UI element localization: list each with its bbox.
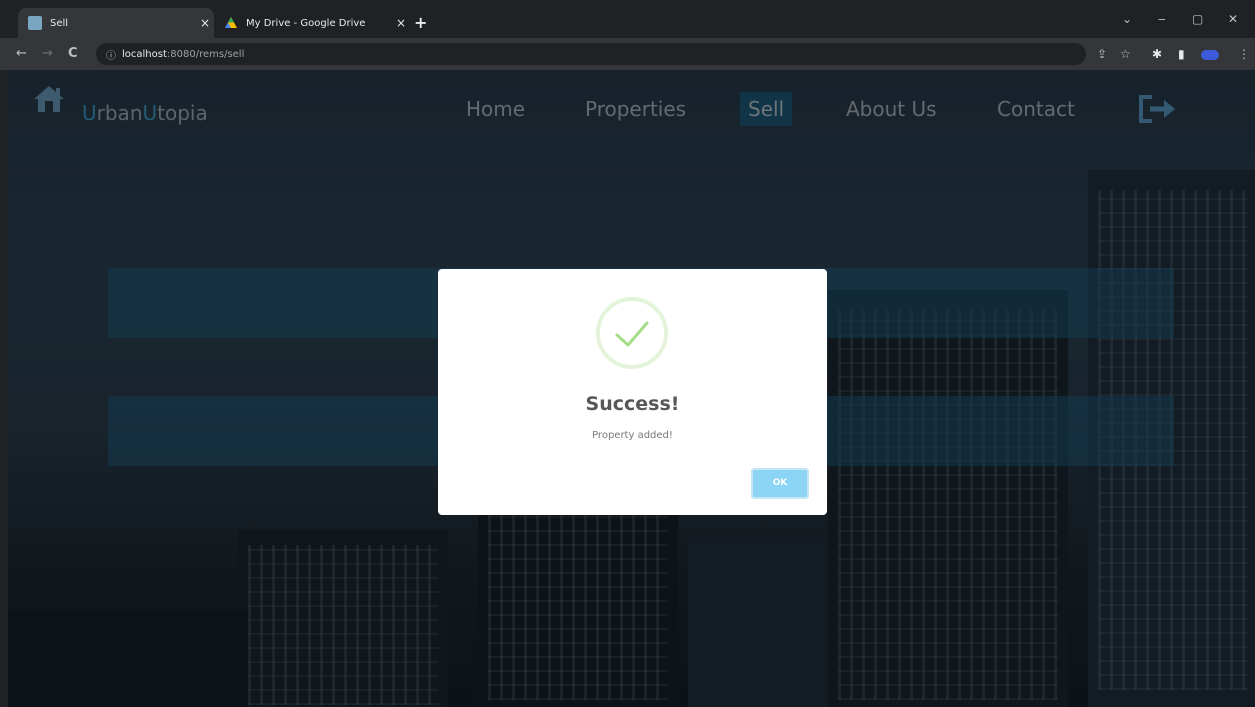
dialog-title: Success! — [585, 393, 680, 415]
minimize-icon[interactable]: ‒ — [1158, 12, 1166, 26]
browser-tab-bar: Sell × My Drive - Google Drive × + ⌄ ‒ ▢… — [0, 0, 1255, 38]
success-dialog: Success! Property added! OK — [438, 269, 827, 515]
profile-avatar[interactable] — [1201, 50, 1219, 60]
success-icon-circle — [596, 297, 668, 369]
new-tab-button[interactable]: + — [414, 13, 427, 32]
dialog-message: Property added! — [592, 430, 673, 441]
ok-button[interactable]: OK — [751, 468, 809, 499]
window-close-icon[interactable]: ✕ — [1228, 12, 1238, 26]
extensions-puzzle-icon[interactable]: ✱ — [1152, 47, 1162, 61]
url-host: localhost — [122, 48, 167, 60]
site-info-icon[interactable]: ⓘ — [106, 47, 116, 62]
tab-close-icon[interactable]: × — [392, 16, 410, 30]
tab-google-drive[interactable]: My Drive - Google Drive × — [214, 8, 410, 38]
share-icon[interactable]: ⇪ — [1097, 47, 1107, 61]
back-icon[interactable]: ← — [16, 46, 27, 61]
reload-icon[interactable]: C — [68, 46, 78, 61]
address-bar[interactable]: ⓘ localhost :8080/rems/sell — [96, 43, 1086, 65]
restore-icon[interactable]: ▢ — [1192, 12, 1203, 26]
tab-sell[interactable]: Sell × — [18, 8, 214, 38]
side-panel-icon[interactable]: ▮ — [1178, 47, 1185, 61]
site-favicon-icon — [28, 16, 42, 30]
browser-toolbar: ← → C ⓘ localhost :8080/rems/sell ⇪ ☆ ✱ … — [0, 38, 1255, 70]
tab-search-icon[interactable]: ⌄ — [1122, 12, 1132, 26]
tab-close-icon[interactable]: × — [196, 16, 214, 30]
forward-icon[interactable]: → — [42, 46, 53, 61]
check-icon — [615, 321, 649, 347]
google-drive-icon — [225, 17, 237, 28]
browser-menu-icon[interactable]: ⋮ — [1238, 47, 1250, 61]
bookmark-star-icon[interactable]: ☆ — [1120, 47, 1131, 61]
tab-title: My Drive - Google Drive — [246, 17, 366, 29]
tab-title: Sell — [50, 17, 69, 29]
url-path: :8080/rems/sell — [166, 48, 245, 60]
